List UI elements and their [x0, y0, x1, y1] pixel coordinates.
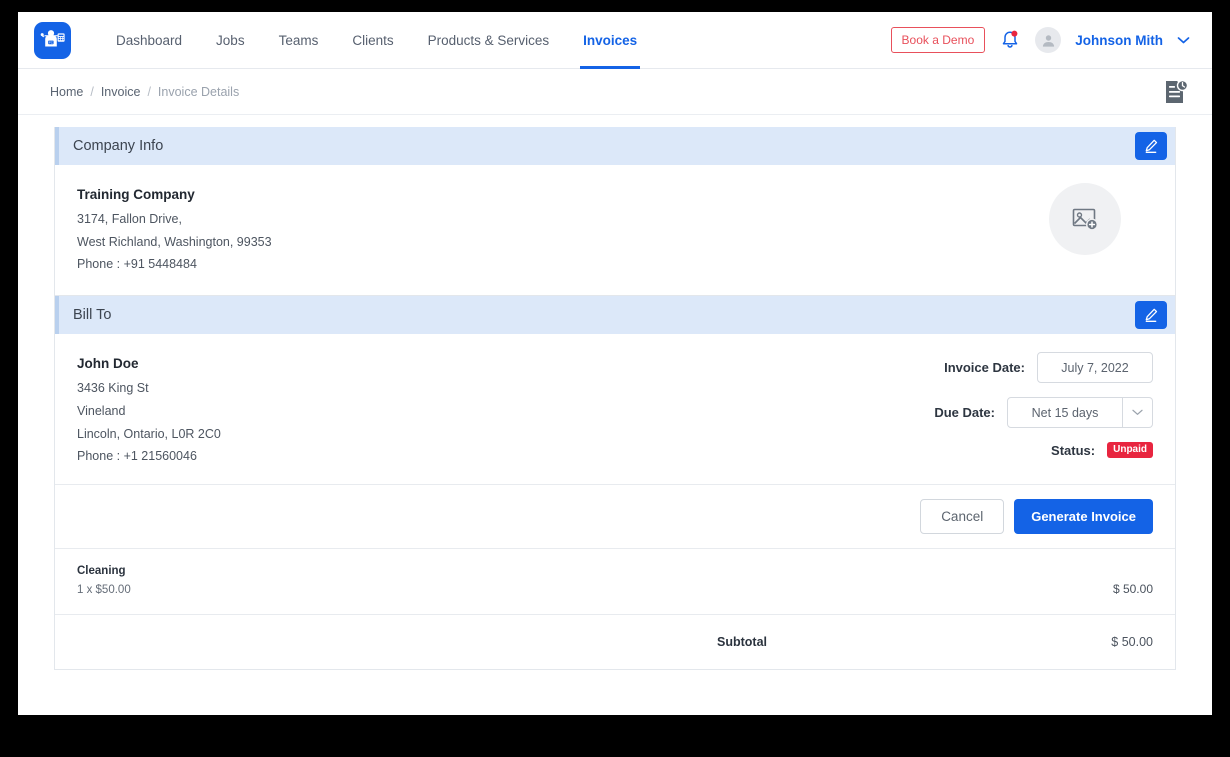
nav-item-clients[interactable]: Clients	[335, 12, 410, 69]
bill-to-card: Bill To John Doe 3436 King St Vineland L…	[54, 296, 1176, 670]
status-badge: Unpaid	[1107, 442, 1153, 458]
company-info-header: Company Info	[55, 127, 1175, 165]
nav-label: Products & Services	[427, 32, 550, 48]
topbar-right-cluster: Book a Demo Johnson Mith	[890, 27, 1190, 53]
company-info-card: Company Info Training Company 3174, Fall…	[54, 127, 1176, 296]
chevron-down-icon[interactable]	[1177, 36, 1190, 45]
invoice-date-input[interactable]: July 7, 2022	[1037, 352, 1153, 383]
company-address-line-2: West Richland, Washington, 99353	[77, 234, 272, 249]
edit-bill-to-button[interactable]	[1135, 301, 1167, 329]
breadcrumb-separator: /	[147, 84, 151, 99]
status-label: Status:	[1051, 442, 1096, 458]
company-info-title: Company Info	[73, 138, 164, 154]
svg-text:FC: FC	[48, 41, 52, 45]
notification-bell-icon	[1003, 30, 1018, 48]
invoice-date-row: Invoice Date: July 7, 2022	[813, 352, 1153, 383]
company-address-line-1: 3174, Fallon Drive,	[77, 212, 182, 226]
nav-item-products-services[interactable]: Products & Services	[411, 12, 567, 69]
nav-item-jobs[interactable]: Jobs	[199, 12, 262, 69]
breadcrumb-item-home[interactable]: Home	[50, 85, 83, 99]
top-navigation-bar: FC Dashboard Jobs Teams Clients Products…	[18, 12, 1212, 69]
worker-logo-icon: FC	[40, 30, 65, 47]
breadcrumb: Home / Invoice / Invoice Details	[18, 69, 1212, 115]
breadcrumb-item-invoice[interactable]: Invoice	[101, 85, 141, 99]
client-address-block: John Doe 3436 King St Vineland Lincoln, …	[77, 356, 221, 463]
line-item-details: Cleaning 1 x $50.00	[77, 565, 1113, 596]
client-address-line-2: Vineland	[77, 403, 126, 418]
client-phone: Phone : +1 21560046	[77, 448, 197, 463]
client-address-line-1: 3436 King St	[77, 381, 149, 395]
nav-item-teams[interactable]: Teams	[262, 12, 336, 69]
due-date-row: Due Date: Net 15 days	[813, 397, 1153, 428]
nav-label: Jobs	[216, 32, 245, 48]
subtotal-label: Subtotal	[717, 635, 767, 649]
generate-invoice-button[interactable]: Generate Invoice	[1014, 499, 1153, 534]
subtotal-row: Subtotal $ 50.00	[55, 614, 1175, 669]
line-item-name: Cleaning	[77, 565, 126, 577]
nav-label: Invoices	[583, 32, 638, 48]
due-date-label: Due Date:	[934, 405, 995, 420]
nav-links: Dashboard Jobs Teams Clients Products & …	[99, 12, 654, 69]
company-logo-upload-button[interactable]	[1049, 183, 1121, 255]
bill-to-header: Bill To	[55, 296, 1175, 334]
invoice-action-row: Cancel Generate Invoice	[55, 484, 1175, 548]
due-date-select[interactable]: Net 15 days	[1007, 397, 1123, 428]
app-viewport: FC Dashboard Jobs Teams Clients Products…	[18, 12, 1212, 715]
line-item-amount: $ 50.00	[1112, 582, 1153, 596]
invoice-meta-column: Invoice Date: July 7, 2022 Due Date: Net…	[813, 352, 1153, 472]
avatar[interactable]	[1035, 27, 1062, 53]
client-name: John Doe	[77, 356, 139, 371]
company-address-block: Training Company 3174, Fallon Drive, Wes…	[77, 187, 272, 273]
status-row: Status: Unpaid	[813, 442, 1153, 458]
line-item-quantity: 1 x $50.00	[77, 584, 131, 596]
subtotal-amount: $ 50.00	[1111, 635, 1153, 649]
company-name: Training Company	[77, 187, 195, 202]
nav-item-dashboard[interactable]: Dashboard	[99, 12, 199, 69]
bill-to-title: Bill To	[73, 307, 112, 323]
client-address-line-3: Lincoln, Ontario, L0R 2C0	[77, 426, 221, 441]
add-image-icon	[1072, 208, 1098, 231]
user-avatar-icon	[1042, 34, 1054, 47]
cancel-button[interactable]: Cancel	[920, 499, 1005, 534]
pencil-edit-icon	[1145, 308, 1158, 322]
invoice-details-content: Company Info Training Company 3174, Fall…	[18, 115, 1212, 670]
nav-item-invoices[interactable]: Invoices	[566, 12, 654, 69]
document-history-icon	[1166, 79, 1189, 103]
notifications-button[interactable]	[999, 28, 1021, 52]
nav-label: Teams	[278, 32, 319, 48]
company-info-panel: Training Company 3174, Fallon Drive, Wes…	[55, 165, 1175, 295]
company-phone: Phone : +91 5448484	[77, 256, 197, 271]
invoice-date-label: Invoice Date:	[944, 360, 1025, 375]
bill-to-panel: John Doe 3436 King St Vineland Lincoln, …	[55, 334, 1175, 484]
book-a-demo-button[interactable]: Book a Demo	[890, 27, 986, 53]
nav-label: Clients	[352, 32, 394, 48]
line-item-row: Cleaning 1 x $50.00 $ 50.00	[55, 548, 1175, 614]
invoice-history-button[interactable]	[1160, 77, 1190, 107]
pencil-edit-icon	[1145, 139, 1158, 153]
breadcrumb-item-invoice-details: Invoice Details	[157, 84, 240, 99]
edit-company-info-button[interactable]	[1135, 132, 1167, 160]
user-name-label: Johnson Mith	[1075, 32, 1163, 48]
nav-label: Dashboard	[116, 32, 183, 48]
chevron-down-icon	[1132, 409, 1143, 415]
breadcrumb-separator: /	[90, 84, 94, 99]
app-logo[interactable]: FC	[34, 21, 71, 59]
due-date-select-arrow[interactable]	[1123, 397, 1153, 428]
